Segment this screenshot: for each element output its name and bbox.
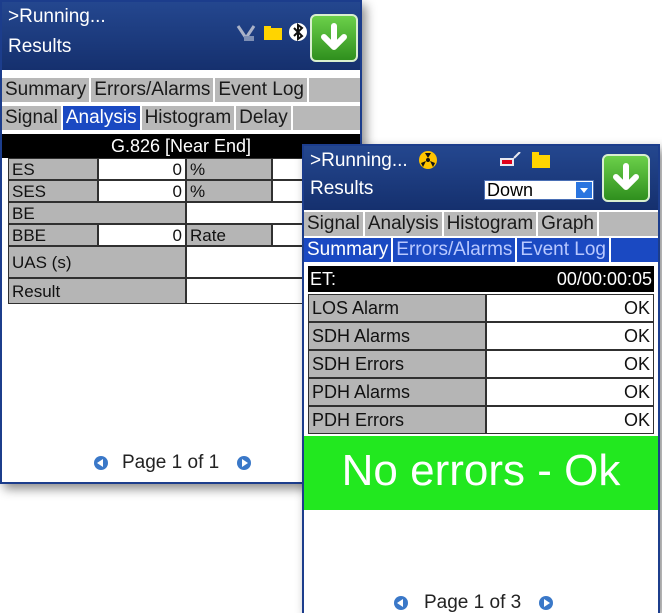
header-bar: >Running... Results xyxy=(2,2,360,70)
tab-summary[interactable]: Summary xyxy=(304,238,394,262)
row-label-es: ES xyxy=(8,158,98,180)
pager: Page 1 of 3 xyxy=(394,592,554,613)
tab-errors-alarms[interactable]: Errors/Alarms xyxy=(393,238,518,262)
row-label-los-alarm: LOS Alarm xyxy=(308,294,486,322)
arrow-down-icon xyxy=(613,163,639,190)
row-value-es: 0 xyxy=(98,158,186,180)
row-label-bbe: BBE xyxy=(8,224,98,246)
download-button[interactable] xyxy=(602,154,650,202)
prev-page-icon[interactable] xyxy=(94,456,108,470)
row-status-sdh-errors: OK xyxy=(486,350,654,378)
battery-plug-icon xyxy=(500,152,521,166)
download-button[interactable] xyxy=(310,14,358,62)
arrow-down-icon xyxy=(321,23,347,50)
screen-title: Results xyxy=(310,178,374,199)
pager: Page 1 of 1 xyxy=(94,452,252,474)
row-label-result: Result xyxy=(8,278,186,304)
tab-signal[interactable]: Signal xyxy=(304,212,365,236)
row-label-uas: UAS (s) xyxy=(8,246,186,278)
fan-icon xyxy=(419,151,437,169)
prev-page-icon[interactable] xyxy=(394,596,408,610)
row-status-pdh-errors: OK xyxy=(486,406,654,434)
tab-histogram[interactable]: Histogram xyxy=(444,212,539,236)
dropdown-value: Down xyxy=(487,180,534,200)
tab-signal[interactable]: Signal xyxy=(2,106,63,130)
folder-icon xyxy=(264,26,282,40)
tab-graph[interactable]: Graph xyxy=(538,212,599,236)
next-page-icon[interactable] xyxy=(237,456,252,470)
results-screen-summary: >Running... Results Down Signal Analysis… xyxy=(302,144,660,613)
row-label-ses: SES xyxy=(8,180,98,202)
row-value-ses: 0 xyxy=(98,180,186,202)
verdict-banner: No errors - Ok xyxy=(304,436,658,510)
row-unit-bbe: Rate xyxy=(186,224,272,246)
tab-row-1: Summary Errors/Alarms Event Log xyxy=(2,78,360,102)
chevron-down-icon[interactable] xyxy=(576,182,592,198)
page-indicator: Page 1 of 3 xyxy=(424,592,522,613)
status-text: >Running... xyxy=(310,150,408,171)
tab-row-1: Signal Analysis Histogram Graph xyxy=(304,212,658,236)
row-label-pdh-errors: PDH Errors xyxy=(308,406,486,434)
tab-analysis[interactable]: Analysis xyxy=(365,212,444,236)
row-status-pdh-alarms: OK xyxy=(486,378,654,406)
folder-icon xyxy=(532,152,550,168)
next-page-icon[interactable] xyxy=(539,596,554,610)
row-label-sdh-errors: SDH Errors xyxy=(308,350,486,378)
row-label-sdh-alarms: SDH Alarms xyxy=(308,322,486,350)
row-label-be: BE xyxy=(8,202,186,224)
signal-antenna-icon xyxy=(236,25,256,41)
row-unit-es: % xyxy=(186,158,272,180)
tab-histogram[interactable]: Histogram xyxy=(142,106,237,130)
direction-dropdown[interactable]: Down xyxy=(484,180,594,200)
tab-event-log[interactable]: Event Log xyxy=(517,238,611,262)
bluetooth-icon xyxy=(289,23,307,41)
row-status-los-alarm: OK xyxy=(486,294,654,322)
status-text: >Running... xyxy=(8,6,106,27)
tab-row-2: Summary Errors/Alarms Event Log xyxy=(304,238,658,262)
row-label-pdh-alarms: PDH Alarms xyxy=(308,378,486,406)
tab-row-2: Signal Analysis Histogram Delay xyxy=(2,106,360,130)
tab-errors-alarms[interactable]: Errors/Alarms xyxy=(91,78,216,102)
tab-delay[interactable]: Delay xyxy=(236,106,293,130)
elapsed-time-bar: ET: 00/00:00:05 xyxy=(308,266,654,292)
row-value-bbe: 0 xyxy=(98,224,186,246)
tab-event-log[interactable]: Event Log xyxy=(215,78,309,102)
header-bar: >Running... Results Down xyxy=(304,146,658,210)
elapsed-time-value: 00/00:00:05 xyxy=(556,269,652,289)
tab-analysis[interactable]: Analysis xyxy=(62,106,142,130)
screen-title: Results xyxy=(8,36,72,57)
page-indicator: Page 1 of 1 xyxy=(122,452,220,473)
row-unit-ses: % xyxy=(186,180,272,202)
elapsed-time-label: ET: xyxy=(310,269,337,289)
tab-summary[interactable]: Summary xyxy=(2,78,92,102)
row-status-sdh-alarms: OK xyxy=(486,322,654,350)
summary-panel: ET: 00/00:00:05 LOS Alarm OK SDH Alarms … xyxy=(304,266,658,613)
